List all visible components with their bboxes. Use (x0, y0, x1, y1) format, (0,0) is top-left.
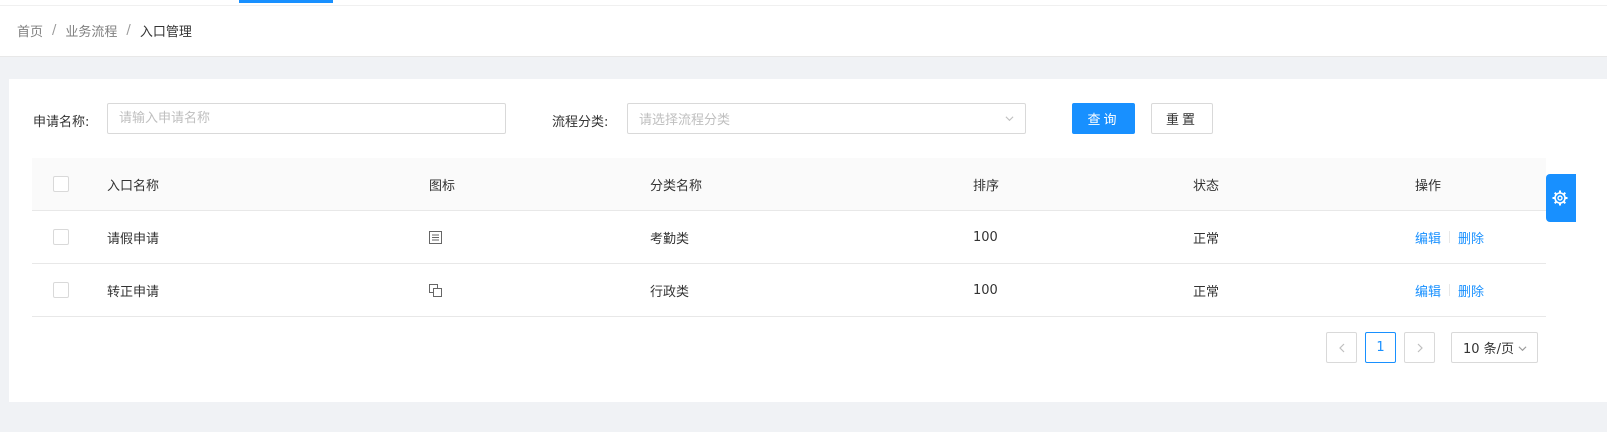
breadcrumb-item-home[interactable]: 首页 (17, 21, 43, 40)
order-value: 100 (973, 282, 998, 298)
prev-page-button[interactable] (1326, 332, 1357, 363)
breadcrumb-separator: / (126, 22, 131, 38)
action-divider (1449, 231, 1451, 243)
chevron-right-icon (1417, 343, 1423, 352)
chevron-down-icon (1005, 116, 1014, 122)
apply-name-label: 申请名称: (33, 115, 90, 130)
gear-icon (1552, 190, 1568, 206)
chevron-down-icon (1518, 346, 1527, 352)
header-entry-name: 入口名称 (107, 178, 160, 194)
breadcrumb-item-business-process[interactable]: 业务流程 (65, 21, 117, 40)
row-checkbox[interactable] (53, 229, 69, 245)
breadcrumb: 首页 / 业务流程 / 入口管理 (17, 21, 192, 40)
page-size-value: 10 条/页 (1463, 342, 1515, 357)
edit-link[interactable]: 编辑 (1415, 281, 1441, 300)
select-all-checkbox[interactable] (53, 176, 69, 192)
breadcrumb-separator: / (52, 22, 57, 38)
process-category-label: 流程分类: (552, 115, 609, 130)
reset-button[interactable]: 重置 (1151, 103, 1213, 134)
chevron-left-icon (1338, 343, 1344, 352)
top-divider (0, 5, 1607, 6)
process-category-placeholder: 请选择流程分类 (639, 113, 731, 128)
top-header: 首页 / 业务流程 / 入口管理 (0, 0, 1607, 57)
next-page-button[interactable] (1404, 332, 1435, 363)
status-value: 正常 (1193, 231, 1220, 247)
active-tab-indicator (239, 0, 333, 3)
form-icon (429, 211, 442, 263)
query-button[interactable]: 查询 (1072, 103, 1135, 134)
table-row: 转正申请 行政类 100 正常 编辑 删除 (32, 264, 1546, 317)
header-status: 状态 (1193, 178, 1220, 194)
breadcrumb-item-current: 入口管理 (139, 24, 192, 40)
category-name: 行政类 (650, 284, 690, 300)
edit-link[interactable]: 编辑 (1415, 228, 1441, 247)
entry-table: 入口名称 图标 分类名称 排序 状态 操作 请假申请 考勤类 100 正常 编辑… (32, 158, 1546, 317)
header-actions: 操作 (1415, 178, 1442, 194)
action-divider (1449, 284, 1451, 296)
delete-link[interactable]: 删除 (1458, 281, 1484, 300)
table-header-row: 入口名称 图标 分类名称 排序 状态 操作 (32, 158, 1546, 211)
settings-button[interactable] (1546, 174, 1576, 222)
page-number-button[interactable]: 1 (1365, 332, 1396, 363)
row-actions: 编辑 删除 (1415, 264, 1484, 316)
copy-icon (429, 264, 442, 316)
entry-name: 请假申请 (107, 231, 160, 247)
status-value: 正常 (1193, 284, 1220, 300)
header-category-name: 分类名称 (650, 178, 703, 194)
process-category-select[interactable]: 请选择流程分类 (627, 103, 1026, 134)
page-size-select[interactable]: 10 条/页 (1451, 332, 1538, 363)
table-row: 请假申请 考勤类 100 正常 编辑 删除 (32, 211, 1546, 264)
header-order: 排序 (973, 178, 1000, 194)
entry-name: 转正申请 (107, 284, 160, 300)
delete-link[interactable]: 删除 (1458, 228, 1484, 247)
apply-name-input[interactable] (107, 103, 506, 134)
category-name: 考勤类 (650, 231, 690, 247)
order-value: 100 (973, 229, 998, 245)
row-checkbox[interactable] (53, 282, 69, 298)
header-icon: 图标 (429, 178, 456, 194)
row-actions: 编辑 删除 (1415, 211, 1484, 263)
